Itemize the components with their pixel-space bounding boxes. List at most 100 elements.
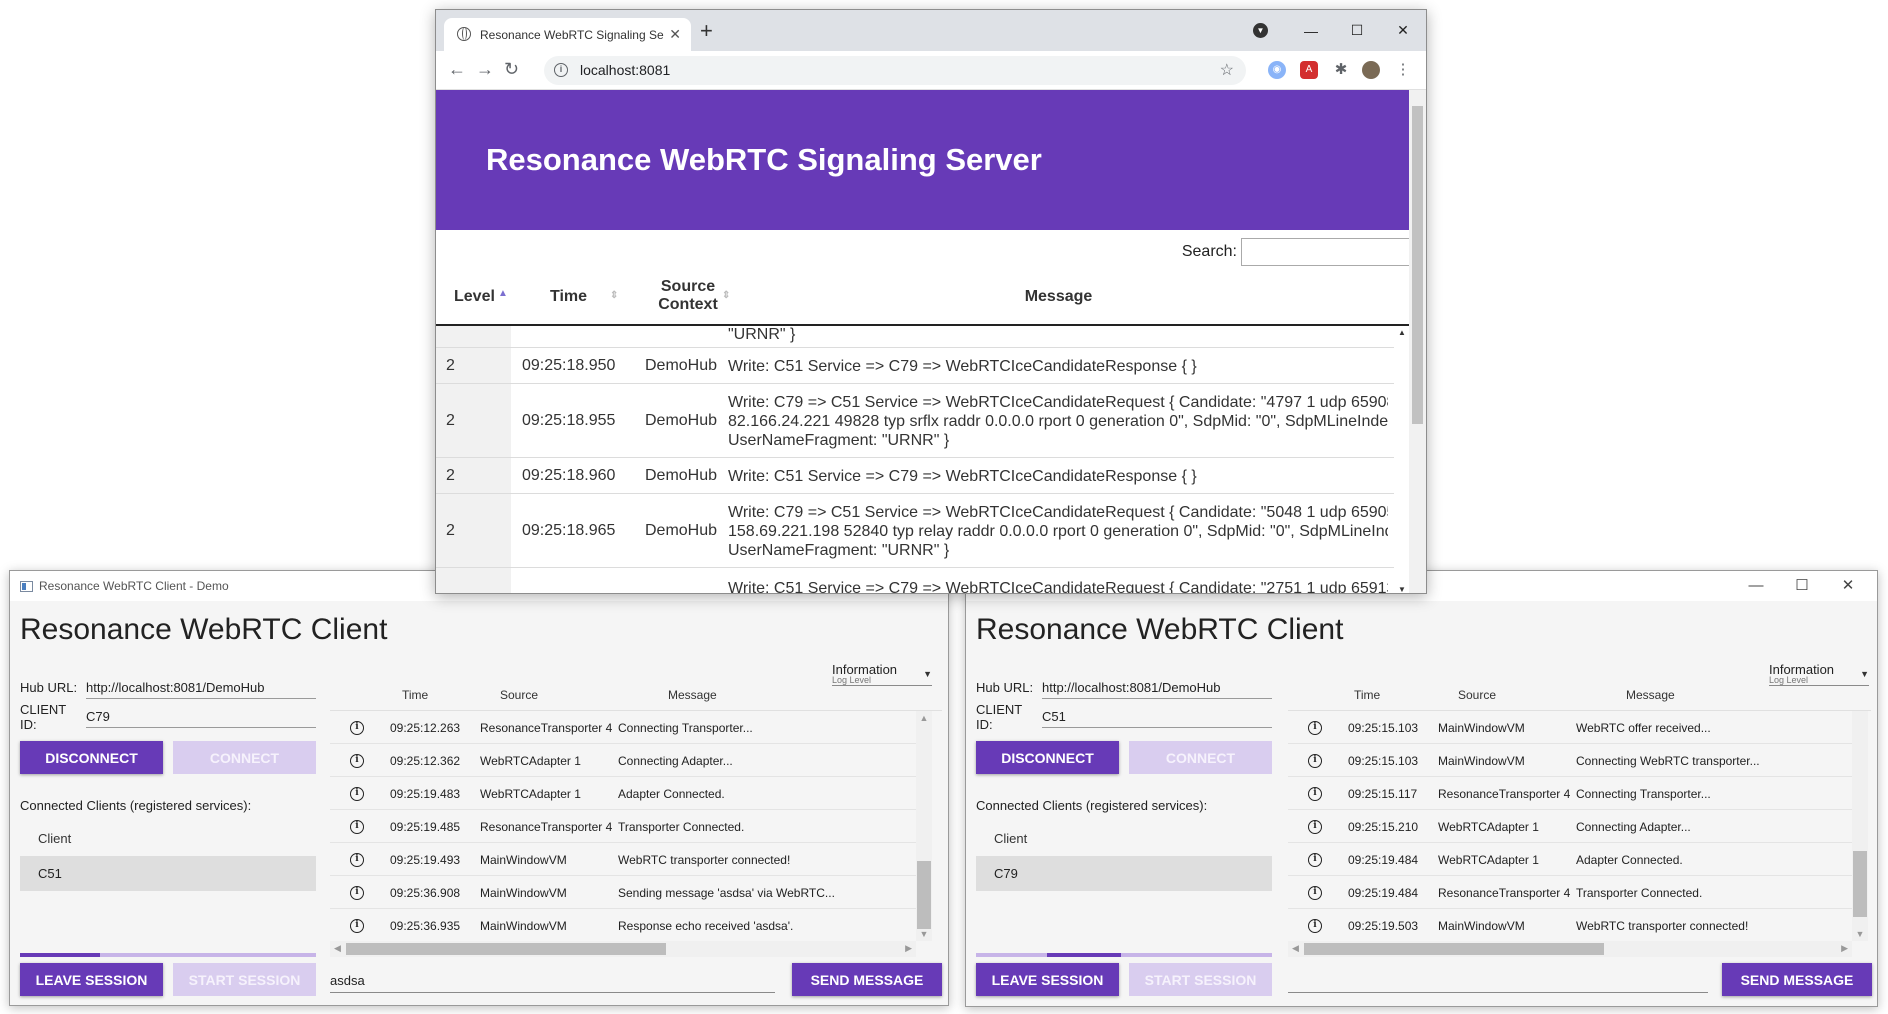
log-col-message[interactable]: Message [1626,688,1675,702]
extension-icon[interactable]: ◉ [1268,61,1286,79]
disconnect-button[interactable]: DISCONNECT [20,741,163,774]
avatar[interactable] [1362,61,1380,79]
scroll-down-icon[interactable]: ▼ [1852,929,1868,939]
log-row[interactable]: i 09:25:19.485 ResonanceTransporter 4 Trans… [330,810,916,843]
disconnect-button[interactable]: DISCONNECT [976,741,1119,774]
client-id-input[interactable]: C51 [1042,705,1272,728]
connect-button[interactable]: CONNECT [173,741,316,774]
info-icon[interactable]: i [554,63,568,77]
log-col-time[interactable]: Time [1354,688,1380,702]
client-list-item[interactable]: C79 [976,856,1272,891]
log-row[interactable]: i 09:25:15.103 MainWindowVM Connecting WebR… [1288,744,1852,777]
puzzle-extension-icon[interactable]: ✱ [1332,61,1350,79]
scroll-down-icon[interactable]: ▼ [916,929,932,939]
hub-url-input[interactable]: http://localhost:8081/DemoHub [1042,676,1272,699]
log-row[interactable]: i 09:25:12.263 ResonanceTransporter 4 Conne… [330,711,916,744]
minimize-icon[interactable]: — [1288,23,1334,39]
new-tab-button[interactable]: + [700,18,713,44]
log-row[interactable]: i 09:25:12.362 WebRTCAdapter 1 Connecting A… [330,744,916,777]
log-row[interactable]: i 09:25:36.908 MainWindowVM Sending message… [330,876,916,909]
log-level-select[interactable]: Log Level Information ▼ [1769,662,1869,686]
more-vert-icon[interactable]: ⋮ [1394,61,1412,79]
table-row[interactable]: 2 09:25:18.955 DemoHub Write: C79 => C51 Se… [436,384,1394,458]
leave-session-button[interactable]: LEAVE SESSION [20,963,163,996]
maximize-icon[interactable]: ☐ [1779,571,1825,601]
log-horizontal-scrollbar[interactable]: ◀ ▶ [330,941,916,957]
forward-arrow-icon[interactable]: → [476,59,494,80]
hub-url-input[interactable]: http://localhost:8081/DemoHub [86,676,316,699]
col-source-context[interactable]: Source Context [643,278,733,314]
scroll-thumb[interactable] [346,943,666,955]
message-line: Write: C51 Service => C79 => WebRTCIceCa… [728,358,1197,375]
table-row[interactable]: 2 09:25:18.960 DemoHub Write: C51 Service =… [436,458,1394,494]
scroll-left-icon[interactable]: ◀ [334,943,341,954]
address-bar[interactable]: i localhost:8081 ☆ [544,56,1246,85]
maximize-icon[interactable]: ☐ [1334,22,1380,39]
cell-source: DemoHub [644,467,718,484]
page-scrollbar[interactable] [1409,90,1426,593]
log-row[interactable]: i 09:25:36.935 MainWindowVM Response echo r… [330,909,916,942]
log-col-source[interactable]: Source [500,688,538,702]
log-row[interactable]: i 09:25:19.484 WebRTCAdapter 1 Adapter Conn… [1288,843,1852,876]
scroll-thumb[interactable] [917,861,931,929]
search-input[interactable] [1241,238,1411,266]
log-row[interactable]: i 09:25:19.503 MainWindowVM WebRTC transpor… [1288,909,1852,942]
scroll-left-icon[interactable]: ◀ [1292,943,1299,954]
connect-button[interactable]: CONNECT [1129,741,1272,774]
reload-icon[interactable]: ↻ [504,59,519,80]
minimize-icon[interactable]: — [1733,571,1779,601]
info-icon: i [350,820,364,834]
scroll-right-icon[interactable]: ▶ [905,943,912,954]
log-horizontal-scrollbar[interactable]: ◀ ▶ [1288,941,1852,957]
log-vertical-scrollbar[interactable]: ▲ ▼ [916,711,932,941]
scroll-right-icon[interactable]: ▶ [1841,943,1848,954]
connect-buttons: DISCONNECT CONNECT [976,741,1272,774]
leave-session-button[interactable]: LEAVE SESSION [976,963,1119,996]
start-session-button[interactable]: START SESSION [173,963,316,996]
table-row[interactable]: 2 09:25:18.965 DemoHub Write: C79 => C51 Se… [436,494,1394,568]
log-time: 09:25:12.362 [390,754,461,768]
log-row[interactable]: i 09:25:19.493 MainWindowVM WebRTC transpor… [330,843,916,876]
table-row[interactable]: Write: C51 Service => C79 => WebRTCIceCa… [436,568,1394,593]
log-col-time[interactable]: Time [402,688,428,702]
browser-tab[interactable]: Resonance WebRTC Signaling Se ✕ [444,18,691,51]
col-message[interactable]: Message [726,288,1391,306]
scroll-up-icon[interactable]: ▲ [1398,328,1406,337]
send-message-button[interactable]: SEND MESSAGE [1722,963,1872,996]
connection-panel: Hub URL: http://localhost:8081/DemoHub C… [20,673,316,973]
log-row[interactable]: i 09:25:15.103 MainWindowVM WebRTC offer re… [1288,711,1852,744]
table-row[interactable]: "URNR" } [436,326,1394,348]
scroll-up-icon[interactable]: ▲ [916,713,932,723]
log-col-source[interactable]: Source [1458,688,1496,702]
tab-search-icon[interactable]: ▼ [1253,23,1268,38]
tab-close-icon[interactable]: ✕ [665,26,681,43]
log-row[interactable]: i 09:25:15.117 ResonanceTransporter 4 Conne… [1288,777,1852,810]
scroll-down-icon[interactable]: ▼ [1398,585,1406,593]
log-row[interactable]: i 09:25:15.210 WebRTCAdapter 1 Connecting A… [1288,810,1852,843]
pdf-extension-icon[interactable]: A [1300,61,1318,79]
start-session-button[interactable]: START SESSION [1129,963,1272,996]
connect-buttons: DISCONNECT CONNECT [20,741,316,774]
message-input[interactable] [1288,969,1708,993]
hub-url-label: Hub URL: [20,680,78,695]
log-col-message[interactable]: Message [668,688,717,702]
col-level[interactable]: Level [454,288,495,306]
scroll-thumb[interactable] [1853,851,1867,917]
client-list-item[interactable]: C51 [20,856,316,891]
message-input[interactable]: asdsa [330,969,775,993]
send-message-button[interactable]: SEND MESSAGE [792,963,942,996]
scroll-thumb[interactable] [1412,106,1423,424]
star-icon[interactable]: ☆ [1220,60,1234,80]
cell-message: Write: C79 => C51 Service => WebRTCIceCa… [728,503,1388,560]
log-row[interactable]: i 09:25:19.483 WebRTCAdapter 1 Adapter Conn… [330,777,916,810]
col-time[interactable]: Time [550,288,587,306]
close-icon[interactable]: ✕ [1825,571,1871,601]
table-row[interactable]: 2 09:25:18.950 DemoHub Write: C51 Service =… [436,348,1394,384]
client-id-input[interactable]: C79 [86,705,316,728]
back-arrow-icon[interactable]: ← [448,59,466,80]
close-icon[interactable]: ✕ [1380,22,1426,39]
log-row[interactable]: i 09:25:19.484 ResonanceTransporter 4 Trans… [1288,876,1852,909]
log-level-select[interactable]: Log Level Information ▼ [832,662,932,686]
scroll-thumb[interactable] [1304,943,1604,955]
log-vertical-scrollbar[interactable]: ▼ [1852,711,1868,941]
